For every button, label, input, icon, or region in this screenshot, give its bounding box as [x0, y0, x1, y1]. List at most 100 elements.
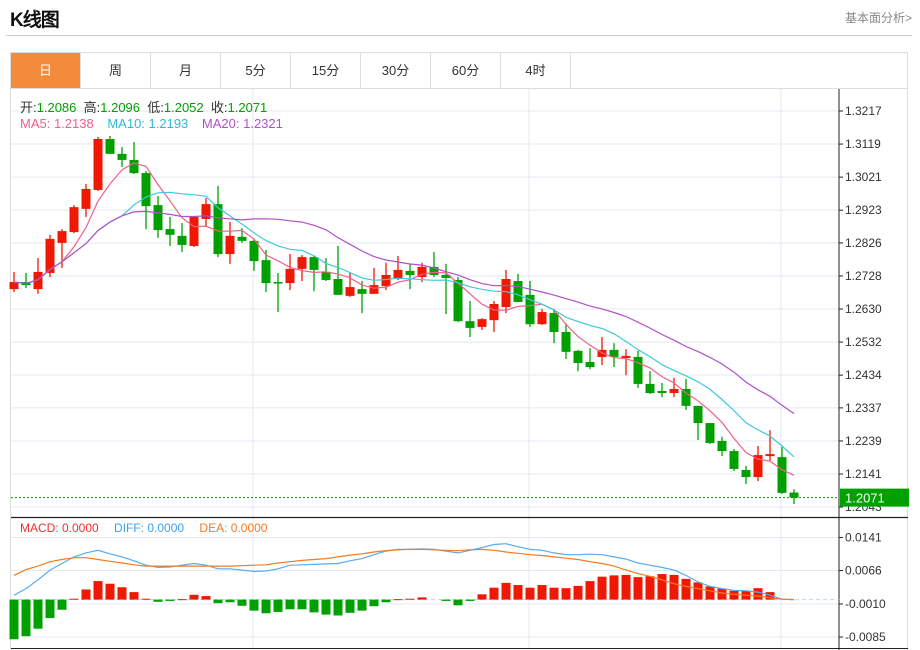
candle-down: [633, 356, 643, 384]
candle-down: [273, 282, 283, 284]
close-label: 收:: [210, 100, 228, 115]
candle-up: [537, 312, 547, 325]
price-tick-label: 1.2826: [845, 236, 882, 250]
candle-down: [237, 236, 247, 241]
macd-bar-negative: [333, 599, 343, 616]
macd-bar-positive: [513, 585, 523, 600]
macd-bar-positive: [105, 583, 115, 600]
candle-down: [573, 350, 583, 364]
macd-bar-negative: [381, 599, 391, 603]
candle-down: [321, 271, 331, 281]
macd-legend: MACD: 0.0000 DIFF: 0.0000 DEA: 0.0000: [20, 521, 267, 535]
candle-up: [765, 454, 775, 457]
candle-down: [165, 229, 175, 235]
candle-down: [705, 423, 715, 443]
candle-up: [369, 285, 379, 294]
macd-bar-negative: [285, 599, 295, 610]
candle-down: [177, 235, 187, 245]
macd-bar-positive: [609, 575, 619, 600]
macd-bar-negative: [321, 599, 331, 615]
price-tick-label: 1.3119: [845, 137, 881, 151]
macd-bar-negative: [297, 599, 307, 610]
candle-down: [261, 260, 271, 284]
macd-bar-negative: [153, 599, 163, 602]
candle-up: [81, 188, 91, 209]
macd-bar-positive: [93, 581, 103, 600]
candle-down: [561, 331, 571, 352]
macd-bar-negative: [213, 599, 223, 604]
macd-bar-positive: [645, 576, 655, 600]
candle-down: [789, 492, 799, 498]
candle-down: [357, 289, 367, 294]
candle-up: [57, 231, 67, 243]
candle-down: [405, 270, 415, 275]
price-tick-label: 1.2532: [845, 335, 882, 349]
macd-bar-positive: [405, 598, 415, 600]
open-label: 开:: [20, 100, 37, 115]
macd-bar-negative: [357, 599, 367, 611]
ma20-line: [13, 210, 795, 415]
candle-down: [741, 469, 751, 478]
macd-legend-value: MACD: 0.0000: [20, 521, 99, 535]
macd-bar-positive: [201, 596, 211, 600]
candle-down: [717, 440, 727, 452]
low-label: 低:: [147, 100, 164, 115]
macd-bar-negative: [465, 599, 475, 601]
candle-down: [333, 279, 343, 295]
macd-bar-positive: [141, 598, 151, 600]
macd-bar-positive: [597, 576, 607, 600]
macd-bar-positive: [501, 582, 511, 600]
candle-down: [141, 173, 151, 207]
ma10-legend: MA10: 1.2193: [107, 116, 189, 131]
ma-legend: MA5: 1.2138 MA10: 1.2193 MA20: 1.2321: [20, 116, 283, 131]
low-value: 1.2052: [163, 100, 204, 115]
macd-bar-negative: [453, 599, 463, 606]
ma10-line: [13, 191, 795, 458]
price-tick-label: 1.2141: [845, 467, 882, 481]
macd-bar-positive: [705, 586, 715, 600]
macd-tick-label: -0.0010: [845, 597, 886, 611]
macd-bar-positive: [393, 599, 403, 601]
macd-bar-positive: [693, 582, 703, 600]
macd-bar-positive: [489, 587, 499, 600]
candle-up: [381, 274, 391, 287]
candle-up: [345, 287, 355, 296]
macd-bar-positive: [621, 574, 631, 600]
macd-tick-label: 0.0066: [845, 564, 882, 578]
candle-up: [9, 282, 19, 290]
price-tick-label: 1.2434: [845, 368, 882, 382]
candle-down: [693, 405, 703, 424]
candle-down: [105, 139, 115, 154]
candle-down: [117, 153, 127, 160]
candle-up: [621, 355, 631, 358]
macd-bar-positive: [561, 588, 571, 600]
macd-bar-positive: [669, 574, 679, 600]
macd-bar-positive: [525, 587, 535, 600]
price-tick-label: 1.2337: [845, 401, 882, 415]
macd-bar-positive: [549, 587, 559, 600]
macd-bar-positive: [753, 588, 763, 600]
diff-legend-value: DIFF: 0.0000: [114, 521, 185, 535]
candle-down: [777, 457, 787, 493]
price-tick-label: 1.2728: [845, 269, 882, 283]
macd-bar-positive: [573, 585, 583, 600]
macd-bar-negative: [45, 599, 55, 619]
candle-down: [645, 383, 655, 394]
close-value: 1.2071: [227, 100, 268, 115]
candle-down: [585, 361, 595, 368]
candle-down: [657, 391, 667, 394]
macd-bar-positive: [681, 578, 691, 600]
high-label: 高:: [83, 100, 101, 115]
macd-bar-positive: [189, 594, 199, 600]
macd-bar-negative: [249, 599, 259, 611]
macd-bar-negative: [309, 599, 319, 613]
candle-down: [129, 159, 139, 174]
price-tick-label: 1.3217: [845, 104, 882, 118]
candle-up: [285, 268, 295, 284]
macd-bar-negative: [345, 599, 355, 613]
candle-up: [669, 388, 679, 394]
macd-bar-positive: [69, 598, 79, 600]
macd-bar-positive: [177, 599, 187, 601]
macd-bar-positive: [717, 588, 727, 600]
high-value: 1.2096: [100, 100, 141, 115]
